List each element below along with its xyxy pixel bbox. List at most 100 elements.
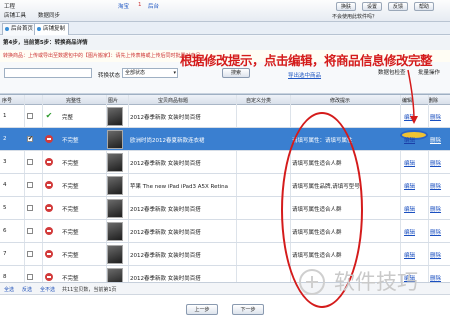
keyword-input[interactable] — [4, 68, 92, 78]
row-num: 1 — [3, 113, 7, 119]
col-cat: 自定义分类 — [246, 98, 272, 104]
product-thumbnail[interactable] — [107, 130, 123, 149]
table-row[interactable]: 1 ✔ 完整 2012春季新款 女装时尚百搭 编辑 删除 — [0, 105, 450, 128]
tab-shop-copy[interactable]: 店铺复制 — [34, 23, 70, 35]
edit-link[interactable]: 编辑 — [404, 228, 415, 236]
status-select[interactable]: 全部状态 ▾ — [122, 68, 178, 78]
select-none-link[interactable]: 全不选 — [40, 286, 55, 293]
help-button[interactable]: 帮助 — [414, 2, 434, 11]
edit-link[interactable]: 编辑 — [404, 205, 415, 213]
delete-link[interactable]: 删除 — [430, 274, 441, 282]
export-link[interactable]: 导出选中商品 — [288, 71, 321, 79]
product-thumbnail[interactable] — [107, 176, 123, 195]
row-state: 完整 — [62, 115, 74, 121]
row-state: 不完整 — [62, 207, 79, 213]
row-num: 4 — [3, 182, 7, 188]
step-title: 第4步，当前第5步：转换商品详情 — [0, 36, 450, 50]
row-state: 不完整 — [62, 230, 79, 236]
row-checkbox[interactable] — [27, 159, 33, 165]
hint-text[interactable]: 转换商品：上传或导出至数据包中的【图片搬家】：请先上传表格或上传后同时批量对商品 — [3, 52, 201, 59]
col-img: 图片 — [108, 98, 119, 104]
table-row[interactable]: 7 不完整 2012春季新款 女装时尚百搭 请填写属性适合人群 编辑 删除 — [0, 243, 450, 266]
product-thumbnail[interactable] — [107, 222, 123, 241]
prev-button[interactable]: 上一步 — [186, 304, 218, 315]
error-icon — [45, 204, 53, 212]
chevron-down-icon: ▾ — [173, 70, 176, 76]
error-icon — [45, 135, 53, 143]
error-icon — [45, 273, 53, 281]
delete-link[interactable]: 删除 — [430, 228, 441, 236]
row-title: 苹果 The new iPad iPad3 A5X Retina — [130, 184, 229, 190]
help-notice[interactable]: 不会使用此软件吗？ — [332, 13, 377, 20]
row-checkbox[interactable] — [27, 135, 33, 142]
invert-select-link[interactable]: 反选 — [22, 286, 32, 293]
row-checkbox[interactable] — [27, 205, 33, 211]
row-title: 2012春季新款 女装时尚百搭 — [130, 276, 201, 282]
check-package-link[interactable]: 数据包检查 — [378, 68, 406, 76]
row-checkbox[interactable] — [27, 274, 33, 280]
col-op1: 编辑 — [402, 98, 413, 104]
row-checkbox[interactable] — [27, 251, 33, 257]
row-title: 欧洲时尚2012春夏新款连衣裙 — [130, 138, 205, 144]
row-num: 7 — [3, 251, 7, 257]
home-icon — [5, 27, 9, 31]
row-checkbox[interactable] — [27, 113, 33, 119]
delete-link[interactable]: 删除 — [430, 136, 441, 144]
next-button[interactable]: 下一步 — [232, 304, 264, 315]
error-icon — [45, 181, 53, 189]
row-state: 不完整 — [62, 161, 79, 167]
col-num: 序号 — [2, 98, 13, 104]
delete-link[interactable]: 删除 — [430, 251, 441, 259]
table-header: 序号 完整性 图片 宝贝商品标题 自定义分类 修改提示 编辑 删除 — [0, 95, 450, 105]
table-row[interactable]: 5 不完整 2012春季新款 女装时尚百搭 请填写属性适合人群 编辑 删除 — [0, 197, 450, 220]
table-row[interactable]: 6 不完整 2012春季新款 女装时尚百搭 请填写属性适合人群 编辑 删除 — [0, 220, 450, 243]
skin-button[interactable]: 换肤 — [336, 2, 356, 11]
delete-link[interactable]: 删除 — [430, 182, 441, 190]
col-op2: 删除 — [428, 98, 439, 104]
row-state: 不完整 — [62, 253, 79, 259]
tab-shop-copy-label: 店铺复制 — [43, 26, 66, 32]
row-num: 6 — [3, 228, 7, 234]
watermark-logo-icon — [299, 269, 325, 295]
table-row[interactable]: 3 不完整 2012春季新款 女装时尚百搭 请填写属性适合人群 编辑 删除 — [0, 151, 450, 174]
edit-link[interactable]: 编辑 — [404, 182, 415, 190]
table-row[interactable]: 4 不完整 苹果 The new iPad iPad3 A5X Retina 请填写属… — [0, 174, 450, 197]
tab-home-label: 后台首页 — [11, 26, 34, 32]
row-num: 5 — [3, 205, 7, 211]
table-row[interactable]: 2不完整欧洲时尚2012春夏新款连衣裙请填写属性：请填写属性编辑删除 — [0, 128, 450, 151]
product-thumbnail[interactable] — [107, 153, 123, 172]
delete-link[interactable]: 删除 — [430, 159, 441, 167]
row-state: 不完整 — [62, 276, 79, 282]
row-title: 2012春季新款 女装时尚百搭 — [130, 253, 201, 259]
product-thumbnail[interactable] — [107, 107, 123, 126]
search-button[interactable]: 搜索 — [222, 68, 250, 78]
row-checkbox[interactable] — [27, 182, 33, 188]
feedback-button[interactable]: 反馈 — [388, 2, 408, 11]
row-num: 8 — [3, 274, 7, 280]
row-state: 不完整 — [62, 184, 79, 190]
product-thumbnail[interactable] — [107, 245, 123, 264]
delete-link[interactable]: 删除 — [430, 205, 441, 213]
delete-link[interactable]: 删除 — [430, 113, 441, 121]
menu-shop-tools[interactable]: 店铺工具 — [4, 11, 26, 19]
menu-project[interactable]: 工程 — [4, 2, 15, 10]
product-thumbnail[interactable] — [107, 199, 123, 218]
select-all-link[interactable]: 全选 — [4, 286, 14, 293]
menu-data-sync[interactable]: 数据同步 — [38, 11, 60, 19]
tutorial-annotation: 根据修改提示，点击编辑，将商品信息修改完整 — [180, 53, 433, 68]
window-title-c: 后台 — [148, 4, 160, 10]
tab-strip: 后台首页 店铺复制 — [0, 22, 450, 35]
row-title: 2012春季新款 女装时尚百搭 — [130, 115, 201, 121]
batch-link[interactable]: 批量操作 — [418, 68, 440, 76]
edit-link[interactable]: 编辑 — [404, 136, 415, 144]
tab-home[interactable]: 后台首页 — [2, 23, 38, 35]
edit-link[interactable]: 编辑 — [404, 159, 415, 167]
edit-link[interactable]: 编辑 — [404, 113, 415, 121]
window-title-a: 淘宝 — [118, 4, 130, 10]
row-state: 不完整 — [62, 138, 79, 144]
settings-button[interactable]: 设置 — [362, 2, 382, 11]
error-icon — [45, 250, 53, 258]
row-checkbox[interactable] — [27, 228, 33, 234]
edit-link[interactable]: 编辑 — [404, 251, 415, 259]
watermark-text: 软件技巧 — [334, 270, 418, 294]
